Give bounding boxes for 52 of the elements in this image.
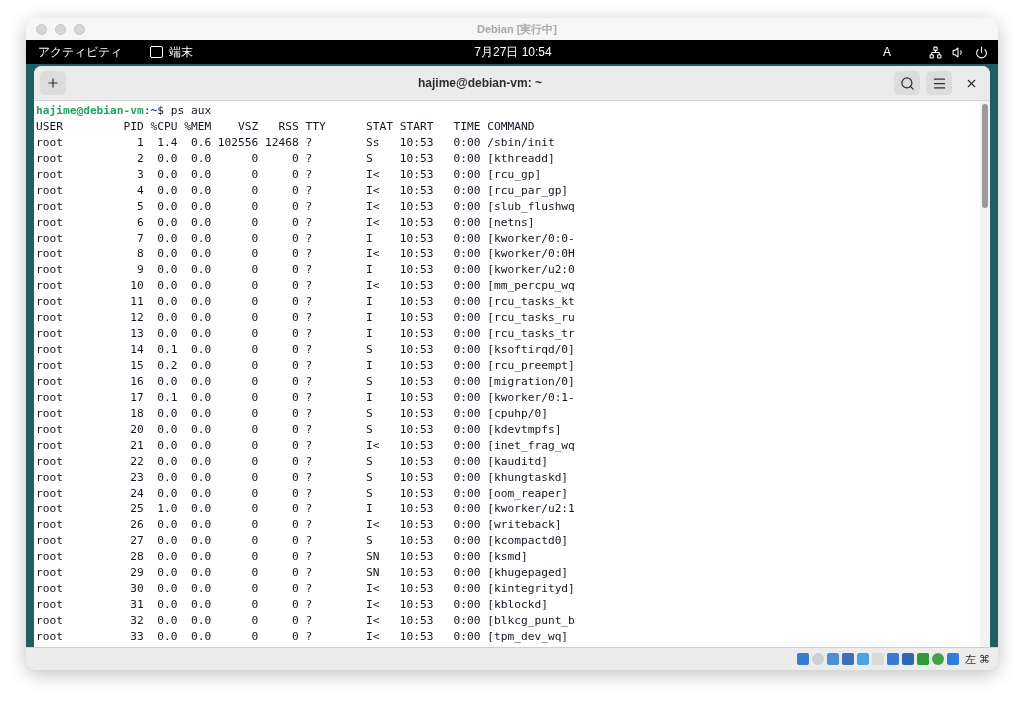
process-line: root 18 0.0 0.0 0 0 ? S 10:53 0:00 [cpuhp/0]	[36, 405, 549, 422]
process-line: root 21 0.0 0.0 0 0 ? I< 10:53 0:00 [inet_frag_wq	[36, 437, 576, 454]
clock[interactable]: 7月27日 10:54	[354, 43, 672, 61]
process-line: root 6 0.0 0.0 0 0 ? I< 10:53 0:00 [netns]	[36, 214, 536, 231]
process-line: root 1 1.4 0.6 102556 12468 ? Ss 10:53 0:00 /sbin/init	[36, 134, 556, 151]
host-key-label: 左 ⌘	[964, 651, 990, 667]
process-line: root 16 0.0 0.0 0 0 ? S 10:53 0:00 [migration/0]	[36, 373, 576, 390]
process-line: root 30 0.0 0.0 0 0 ? I< 10:53 0:00 [kintegrityd]	[36, 581, 576, 598]
process-line: root 27 0.0 0.0 0 0 ? S 10:53 0:00 [kcompactd0]	[36, 533, 570, 550]
process-line: root 9 0.0 0.0 0 0 ? I 10:53 0:00 [kworker/u2:0	[36, 262, 576, 279]
process-line: root 8 0.0 0.0 0 0 ? I< 10:53 0:00 [kworker/0:0H	[36, 246, 576, 263]
search-button[interactable]	[894, 71, 920, 95]
process-line: root 2 0.0 0.0 0 0 ? S 10:53 0:00 [kthreadd]	[36, 150, 556, 167]
process-line: root 22 0.0 0.0 0 0 ? S 10:53 0:00 [kauditd]	[36, 453, 549, 470]
plus-icon	[46, 76, 60, 90]
process-line: root 3 0.0 0.0 0 0 ? I< 10:53 0:00 [rcu_gp]	[36, 166, 543, 183]
activities-button[interactable]: アクティビティ	[38, 43, 122, 61]
process-line: root 29 0.0 0.0 0 0 ? SN 10:53 0:00 [khugepaged]	[36, 565, 570, 582]
scrollbar[interactable]	[980, 101, 990, 647]
process-line: root 14 0.1 0.0 0 0 ? S 10:53 0:00 [ksoftirqd/0]	[36, 342, 576, 358]
power-icon[interactable]	[975, 45, 988, 59]
terminal-icon	[150, 46, 163, 58]
process-line: root 5 0.0 0.0 0 0 ? I< 10:53 0:00 [slub_flushwq	[36, 198, 576, 215]
new-tab-button[interactable]	[40, 71, 66, 95]
column-header-line: USER PID %CPU %MEM VSZ RSS TTY STAT START TIME COMMAND	[36, 118, 536, 135]
process-line: root 7 0.0 0.0 0 0 ? I 10:53 0:00 [kworker/0:0-	[36, 230, 576, 247]
scrollbar-thumb[interactable]	[982, 104, 988, 208]
process-line: root 28 0.0 0.0 0 0 ? SN 10:53 0:00 [ksmd]	[36, 549, 529, 566]
process-line: root 17 0.1 0.0 0 0 ? I 10:53 0:00 [kworker/0:1-	[36, 389, 576, 406]
window-title: Debian [実行中]	[476, 21, 558, 37]
process-line: root 13 0.0 0.0 0 0 ? I 10:53 0:00 [rcu_tasks_tr	[36, 326, 576, 343]
process-line: root 31 0.0 0.0 0 0 ? I< 10:53 0:00 [kblockd]	[36, 597, 549, 613]
app-menu[interactable]: 端末	[169, 43, 193, 61]
process-line: root 15 0.2 0.0 0 0 ? I 10:53 0:00 [rcu_preempt]	[36, 358, 576, 374]
process-line: root 26 0.0 0.0 0 0 ? I< 10:53 0:00 [writeback]	[36, 517, 563, 534]
menu-icon	[931, 75, 947, 91]
process-line: root 12 0.0 0.0 0 0 ? I 10:53 0:00 [rcu_tasks_ru	[36, 310, 576, 327]
search-icon	[899, 75, 915, 91]
volume-icon[interactable]	[952, 45, 965, 59]
terminal-title: hajime@debian-vm: ~	[416, 76, 544, 90]
process-line: root 24 0.0 0.0 0 0 ? S 10:53 0:00 [oom_reaper]	[36, 485, 570, 502]
prompt-line: hajime@debian-vm:~$ ps aux	[36, 103, 213, 119]
process-line: root 25 1.0 0.0 0 0 ? I 10:53 0:00 [kworker/u2:1	[36, 501, 576, 518]
process-line: root 33 0.0 0.0 0 0 ? I< 10:53 0:00 [tpm_dev_wq]	[36, 628, 570, 645]
menu-button[interactable]	[926, 71, 952, 95]
process-line: root 11 0.0 0.0 0 0 ? I 10:53 0:00 [rcu_tasks_kt	[36, 294, 576, 311]
process-line: root 32 0.0 0.0 0 0 ? I< 10:53 0:00 [blkcg_punt_b	[36, 613, 576, 629]
input-method-indicator[interactable]: A	[883, 45, 891, 59]
process-line: root 4 0.0 0.0 0 0 ? I< 10:53 0:00 [rcu_par_gp]	[36, 182, 570, 199]
process-line: root 23 0.0 0.0 0 0 ? S 10:53 0:00 [khungtaskd]	[36, 469, 570, 486]
process-line: root 10 0.0 0.0 0 0 ? I< 10:53 0:00 [mm_percpu_wq	[36, 278, 576, 295]
process-line: root 20 0.0 0.0 0 0 ? S 10:53 0:00 [kdevtmpfs]	[36, 421, 563, 438]
